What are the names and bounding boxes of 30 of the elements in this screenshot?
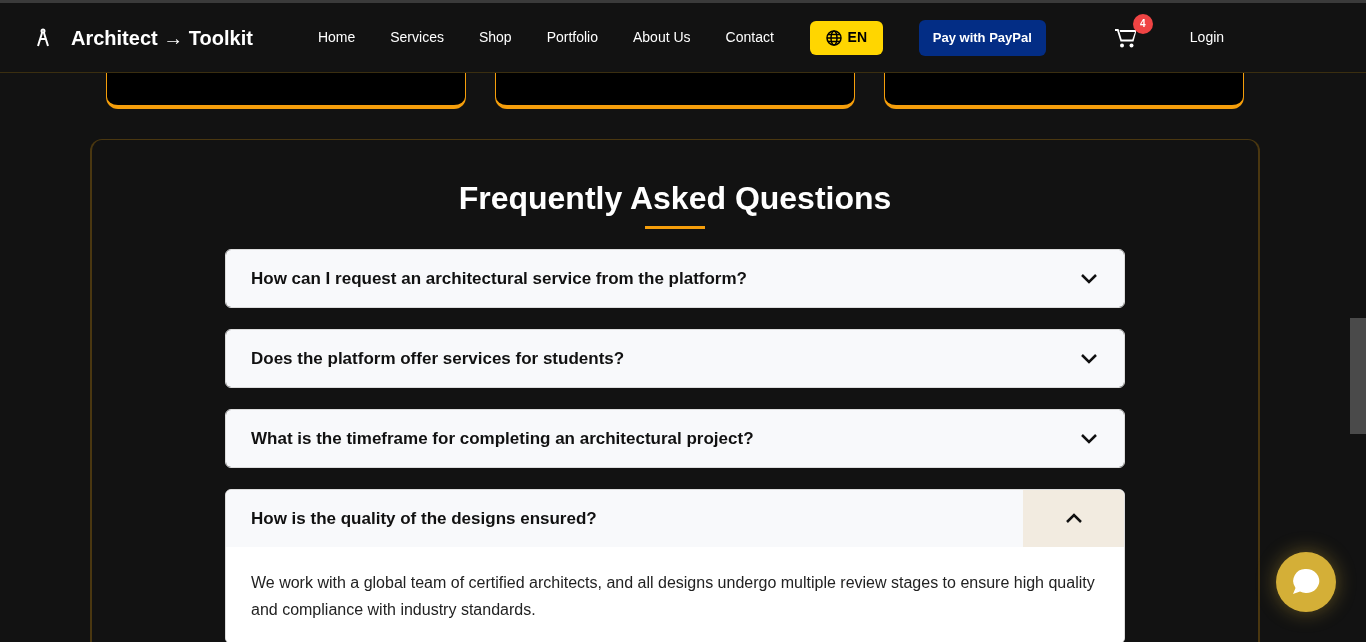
chat-bubble-icon xyxy=(1291,567,1321,597)
question-text: How can I request an architectural service from the platform? xyxy=(250,267,747,290)
globe-icon xyxy=(825,29,842,46)
chevron-down-icon xyxy=(1080,433,1098,444)
language-button[interactable]: EN xyxy=(809,20,883,55)
chevron-down-icon xyxy=(1080,273,1098,284)
login-link[interactable]: Login xyxy=(1189,27,1225,48)
section-title: Frequently Asked Questions xyxy=(458,179,892,218)
faq-question[interactable]: How is the quality of the designs ensured? xyxy=(226,490,1124,547)
paypal-button[interactable]: Pay with PayPal xyxy=(918,19,1046,56)
chat-button[interactable] xyxy=(1276,552,1336,612)
scrollbar-thumb[interactable] xyxy=(1350,318,1366,434)
brand-title[interactable]: Architect → Toolkit xyxy=(71,22,253,53)
chevron-down-icon xyxy=(1080,353,1098,364)
nav-link[interactable]: Portfolio xyxy=(546,27,598,48)
question-text: Does the platform offer services for students? xyxy=(250,347,625,370)
question-text: What is the timeframe for completing an architectural project? xyxy=(250,427,754,450)
faq-question[interactable]: Does the platform offer services for students? xyxy=(226,330,1124,387)
nav-link[interactable]: Contact xyxy=(725,27,774,48)
nav-link[interactable]: About Us xyxy=(633,27,691,48)
title-underline xyxy=(645,226,705,229)
nav-link[interactable]: Home xyxy=(317,27,356,48)
nav-link[interactable]: Services xyxy=(390,27,444,48)
compass-icon xyxy=(36,27,50,48)
cart-count-badge: 4 xyxy=(1132,13,1153,34)
nav-link[interactable]: Shop xyxy=(478,27,512,48)
faq-question[interactable]: What is the timeframe for completing an architectural project? xyxy=(226,410,1124,467)
question-text: How is the quality of the designs ensured? xyxy=(250,507,597,530)
faq-question[interactable]: How can I request an architectural service from the platform? xyxy=(226,250,1124,307)
chevron-up-icon xyxy=(1064,513,1083,524)
